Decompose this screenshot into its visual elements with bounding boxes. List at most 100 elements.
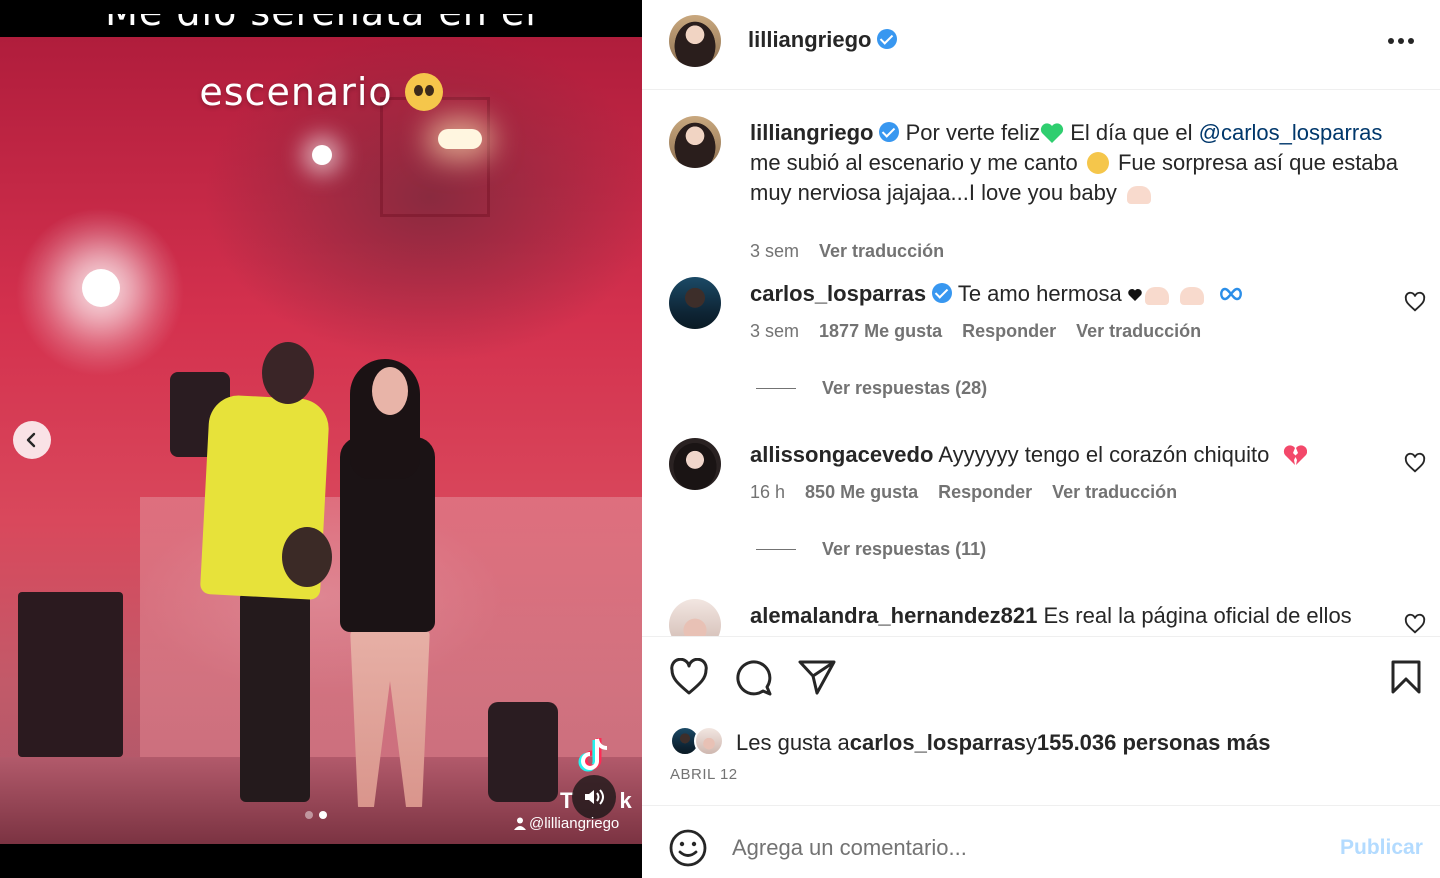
comment-bubble-icon [736, 660, 772, 696]
paper-plane-icon [798, 660, 836, 695]
verified-badge-icon [877, 29, 898, 49]
timestamp[interactable]: 16 h [750, 482, 785, 503]
bookmark-icon [1391, 660, 1421, 694]
post-media[interactable]: Me dio serenata en el escenario Tk @lill… [0, 0, 642, 878]
guitar [282, 527, 332, 587]
caption-segment: me subió al escenario y me canto [750, 150, 1084, 175]
comment-username[interactable]: carlos_losparras [750, 281, 926, 306]
comment-username[interactable]: allissongacevedo [750, 442, 933, 467]
singer-figure [372, 367, 408, 415]
carousel-prev-button[interactable] [13, 421, 51, 459]
reply-button[interactable]: Responder [938, 482, 1032, 503]
like-comment-heart-icon[interactable] [1404, 613, 1426, 635]
comment-text: carlos_losparras Te amo hermosa [750, 279, 1400, 309]
liker-avatars [670, 726, 730, 760]
stage-speaker [488, 702, 558, 802]
stage-light [438, 129, 482, 149]
comment-body: Te amo hermosa [957, 281, 1122, 306]
performer-figure [262, 342, 314, 404]
green-heart-icon [1040, 123, 1064, 143]
stage-truss [380, 97, 490, 217]
emoji-picker-icon[interactable] [668, 828, 708, 868]
caption-text: lilliangriego Por verte feliz El día que… [750, 118, 1400, 208]
heart-hands-icon [1126, 186, 1151, 204]
likes-summary[interactable]: Les gusta a carlos_losparras y 155.036 p… [670, 726, 1270, 760]
comment-text: allissongacevedo Ayyyyyy tengo el corazó… [750, 440, 1400, 470]
pleading-face-icon [1086, 152, 1109, 174]
view-replies-button[interactable]: Ver respuestas (28) [756, 378, 987, 399]
replies-divider [756, 388, 796, 389]
comment-username[interactable]: alemalandra_hernandez821 [750, 603, 1037, 628]
comment-likes[interactable]: 1877 Me gusta [819, 321, 942, 342]
tiktok-logo-icon [578, 738, 608, 772]
section-divider [642, 636, 1440, 637]
reply-button[interactable]: Responder [962, 321, 1056, 342]
comment-meta: 3 sem 1877 Me gusta Responder Ver traduc… [750, 321, 1201, 342]
comment-body: Es real la página oficial de ellos [1043, 603, 1352, 628]
comments-list[interactable]: lilliangriego Por verte feliz El día que… [642, 91, 1440, 636]
comment-button[interactable] [731, 655, 775, 699]
chevron-left-icon [26, 432, 36, 448]
stage-speaker [18, 592, 123, 757]
likes-count[interactable]: 155.036 personas más [1037, 730, 1271, 756]
publish-button[interactable]: Publicar [1340, 836, 1423, 860]
black-heart-icon [1128, 289, 1142, 301]
timestamp[interactable]: 3 sem [750, 241, 799, 262]
pleading-face-icon [404, 73, 443, 111]
audio-toggle-button[interactable] [572, 775, 616, 819]
avatar [694, 726, 724, 756]
timestamp[interactable]: 3 sem [750, 321, 799, 342]
carousel-indicator [305, 811, 327, 819]
likes-connector: y [1025, 730, 1037, 755]
like-comment-heart-icon[interactable] [1404, 291, 1426, 313]
view-replies-label: Ver respuestas (28) [822, 378, 988, 398]
replies-divider [756, 549, 796, 550]
more-options-button[interactable] [1388, 36, 1418, 46]
mention-link[interactable]: @carlos_losparras [1199, 120, 1383, 145]
tiktok-handle: @lilliangriego [514, 815, 619, 832]
liker-username[interactable]: carlos_losparras [850, 730, 1026, 756]
comment-input[interactable] [732, 826, 1312, 870]
comment-likes[interactable]: 850 Me gusta [805, 482, 918, 503]
carousel-dot [305, 811, 313, 819]
caption-segment: El día que el [1064, 120, 1199, 145]
dot-icon [1388, 38, 1394, 44]
caption-username[interactable]: lilliangriego [750, 120, 873, 145]
comment-meta: 16 h 850 Me gusta Responder Ver traducci… [750, 482, 1177, 503]
view-replies-button[interactable]: Ver respuestas (11) [756, 539, 986, 560]
verified-badge-icon [879, 122, 900, 142]
video-frame[interactable] [0, 37, 642, 844]
comment-body: Ayyyyyy tengo el corazón chiquito [938, 442, 1270, 467]
verified-badge-icon [932, 283, 953, 303]
author-username[interactable]: lilliangriego [748, 27, 898, 53]
comment-text: alemalandra_hernandez821 Es real la pági… [750, 601, 1400, 631]
caption-segment: Por verte feliz [905, 120, 1041, 145]
like-button[interactable] [667, 655, 711, 699]
share-button[interactable] [795, 655, 839, 699]
like-comment-heart-icon[interactable] [1404, 452, 1426, 474]
performer-figure [240, 592, 310, 802]
avatar[interactable] [669, 277, 721, 329]
broken-heart-icon [1284, 445, 1308, 465]
post-date[interactable]: ABRIL 12 [670, 766, 738, 783]
dot-icon [1398, 38, 1404, 44]
stage-light [312, 145, 332, 165]
user-icon [514, 817, 526, 830]
likes-prefix: Les gusta a [736, 730, 850, 755]
dot-icon [1408, 38, 1414, 44]
translate-link[interactable]: Ver traducción [1076, 321, 1201, 342]
avatar[interactable] [669, 599, 721, 636]
translate-link[interactable]: Ver traducción [1052, 482, 1177, 503]
video-caption-line2: escenario [0, 70, 642, 114]
avatar[interactable] [669, 116, 721, 168]
translate-link[interactable]: Ver traducción [819, 241, 944, 262]
avatar[interactable] [669, 438, 721, 490]
post-panel: lilliangriego lilliangriego Por verte fe… [642, 0, 1440, 878]
infinity-icon [1219, 287, 1242, 301]
avatar[interactable] [669, 15, 721, 67]
carousel-dot-active [319, 811, 327, 819]
post-actions [642, 655, 1440, 705]
save-button[interactable] [1384, 655, 1428, 699]
post-header: lilliangriego [642, 0, 1440, 90]
stage-light [82, 269, 120, 307]
